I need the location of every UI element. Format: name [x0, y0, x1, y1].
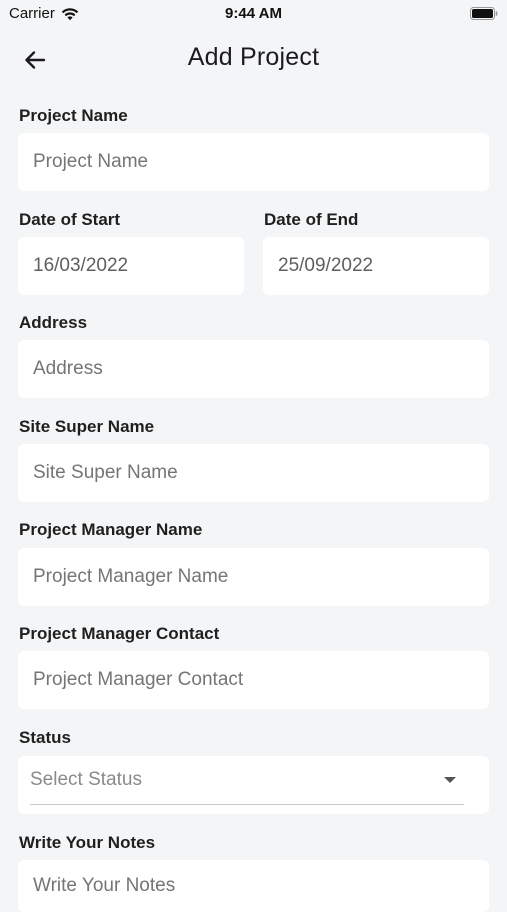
project-name-input[interactable] — [18, 133, 489, 191]
date-of-start-label: Date of Start — [19, 210, 121, 229]
date-of-end-value: 25/09/2022 — [278, 255, 374, 276]
address-input[interactable] — [18, 340, 489, 398]
site-super-name-input[interactable] — [18, 444, 489, 502]
battery-icon — [470, 7, 498, 20]
page-title: Add Project — [187, 43, 320, 71]
status-select-value: Select Status — [30, 769, 142, 790]
status-select-field: Select Status — [30, 756, 464, 805]
status-bar: Carrier 9:44 AM — [0, 0, 507, 28]
site-super-name-label: Site Super Name — [19, 417, 155, 436]
date-of-end-label: Date of End — [264, 210, 359, 229]
navigation-bar: Add Project — [0, 28, 507, 90]
date-of-end-field[interactable]: 25/09/2022 — [263, 237, 489, 295]
clock: 9:44 AM — [225, 5, 282, 22]
date-of-start-field[interactable]: 16/03/2022 — [18, 237, 244, 295]
status-select[interactable]: Select Status — [18, 756, 489, 814]
project-name-label: Project Name — [19, 106, 128, 125]
notes-label: Write Your Notes — [19, 833, 156, 852]
address-label: Address — [19, 313, 88, 332]
caret-down-icon — [444, 777, 456, 783]
date-of-start-value: 16/03/2022 — [33, 255, 129, 276]
project-manager-contact-input[interactable] — [18, 651, 489, 709]
project-manager-name-label: Project Manager Name — [19, 520, 203, 539]
notes-input[interactable] — [18, 860, 489, 912]
project-manager-contact-label: Project Manager Contact — [19, 624, 220, 643]
project-manager-name-input[interactable] — [18, 548, 489, 606]
status-label: Status — [19, 728, 71, 747]
